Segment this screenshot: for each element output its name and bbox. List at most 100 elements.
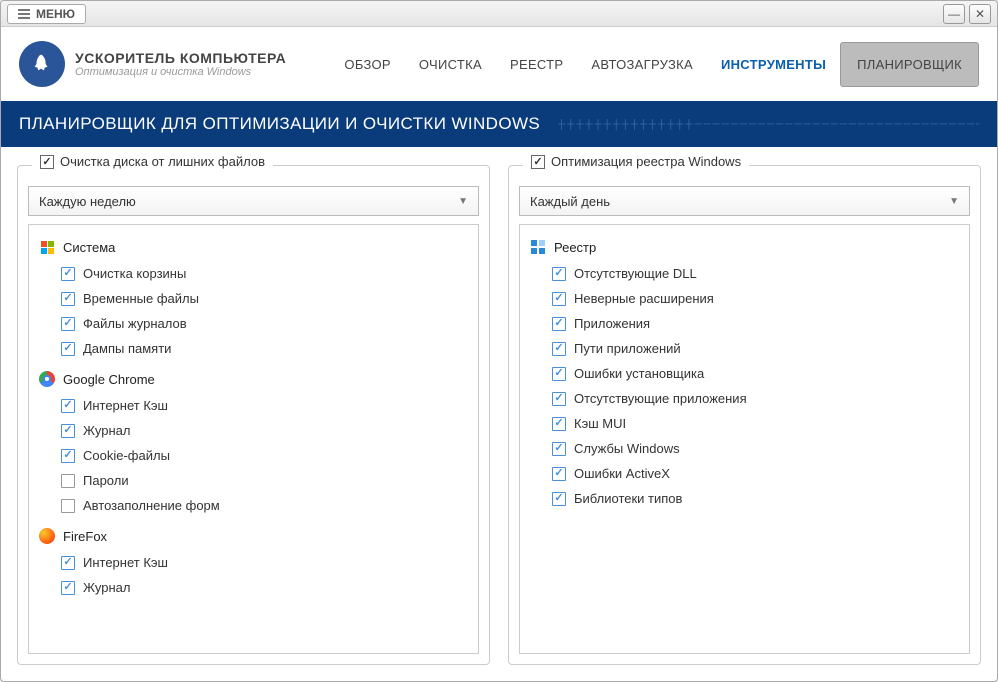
item-label: Очистка корзины	[83, 266, 186, 281]
minimize-button[interactable]: —	[943, 4, 965, 24]
panel-title: Оптимизация реестра Windows	[523, 154, 749, 169]
logo: УСКОРИТЕЛЬ КОМПЬЮТЕРА Оптимизация и очис…	[19, 41, 286, 87]
nav-overview[interactable]: ОБЗОР	[330, 47, 405, 82]
list-item: Очистка корзины	[35, 261, 472, 286]
list-item: Журнал	[35, 418, 472, 443]
registry-list[interactable]: Реестр Отсутствующие DLL Неверные расширен…	[519, 224, 970, 654]
item-label: Интернет Кэш	[83, 555, 168, 570]
nav-tools[interactable]: ИНСТРУМЕНТЫ	[707, 47, 840, 82]
nav-startup[interactable]: АВТОЗАГРУЗКА	[577, 47, 707, 82]
close-button[interactable]: ✕	[969, 4, 991, 24]
checkbox[interactable]	[61, 267, 75, 281]
app-window: МЕНЮ — ✕ УСКОРИТЕЛЬ КОМПЬЮТЕРА Оптимизац…	[0, 0, 998, 682]
checkbox[interactable]	[552, 292, 566, 306]
item-label: Библиотеки типов	[574, 491, 682, 506]
list-item: Кэш MUI	[526, 411, 963, 436]
item-label: Временные файлы	[83, 291, 199, 306]
content: Очистка диска от лишних файлов Каждую не…	[1, 147, 997, 677]
checkbox[interactable]	[552, 392, 566, 406]
nav: ОБЗОР ОЧИСТКА РЕЕСТР АВТОЗАГРУЗКА ИНСТРУ…	[330, 42, 979, 87]
item-label: Пароли	[83, 473, 129, 488]
windows-icon	[41, 241, 54, 254]
list-item: Автозаполнение форм	[35, 493, 472, 518]
checkbox[interactable]	[552, 317, 566, 331]
panel-registry-optimize: Оптимизация реестра Windows Каждый день …	[508, 165, 981, 665]
item-label: Службы Windows	[574, 441, 680, 456]
list-item: Ошибки установщика	[526, 361, 963, 386]
checkbox[interactable]	[61, 342, 75, 356]
chevron-down-icon: ▼	[949, 196, 959, 207]
panel-checkbox[interactable]	[531, 155, 545, 169]
checkbox[interactable]	[552, 492, 566, 506]
list-item: Отсутствующие приложения	[526, 386, 963, 411]
checkbox[interactable]	[61, 474, 75, 488]
item-label: Дампы памяти	[83, 341, 171, 356]
checkbox[interactable]	[61, 424, 75, 438]
item-label: Ошибки ActiveX	[574, 466, 670, 481]
panel-title: Очистка диска от лишних файлов	[32, 154, 273, 169]
group-title: Реестр	[554, 240, 596, 255]
checkbox[interactable]	[552, 342, 566, 356]
item-label: Приложения	[574, 316, 650, 331]
checkbox[interactable]	[552, 442, 566, 456]
checkbox[interactable]	[552, 267, 566, 281]
checkbox[interactable]	[552, 367, 566, 381]
list-item: Cookie-файлы	[35, 443, 472, 468]
group-title: Google Chrome	[63, 372, 155, 387]
item-label: Файлы журналов	[83, 316, 187, 331]
list-item: Приложения	[526, 311, 963, 336]
logo-title: УСКОРИТЕЛЬ КОМПЬЮТЕРА	[75, 50, 286, 66]
group-title: Система	[63, 240, 115, 255]
dropdown-value: Каждую неделю	[39, 194, 136, 209]
logo-icon	[19, 41, 65, 87]
item-label: Кэш MUI	[574, 416, 626, 431]
group-header: Система	[35, 235, 472, 261]
checkbox[interactable]	[61, 292, 75, 306]
firefox-icon	[39, 528, 55, 544]
cleanup-list[interactable]: Система Очистка корзины Временные файлы Фай…	[28, 224, 479, 654]
chrome-icon	[39, 371, 55, 387]
item-label: Отсутствующие DLL	[574, 266, 697, 281]
header: УСКОРИТЕЛЬ КОМПЬЮТЕРА Оптимизация и очис…	[1, 27, 997, 101]
list-item: Отсутствующие DLL	[526, 261, 963, 286]
frequency-dropdown-left[interactable]: Каждую неделю ▼	[28, 186, 479, 216]
item-label: Неверные расширения	[574, 291, 714, 306]
checkbox[interactable]	[61, 499, 75, 513]
checkbox[interactable]	[61, 449, 75, 463]
checkbox[interactable]	[61, 399, 75, 413]
item-label: Отсутствующие приложения	[574, 391, 747, 406]
nav-registry[interactable]: РЕЕСТР	[496, 47, 577, 82]
list-item: Файлы журналов	[35, 311, 472, 336]
item-label: Ошибки установщика	[574, 366, 704, 381]
panel-title-text: Оптимизация реестра Windows	[551, 154, 741, 169]
rocket-icon	[31, 53, 53, 75]
panel-checkbox[interactable]	[40, 155, 54, 169]
banner-decoration: ┼┼┼┼┼┼┼┼┼┼┼┼┼┼┼─────────────────────────…	[558, 119, 979, 130]
menu-button[interactable]: МЕНЮ	[7, 4, 86, 24]
panel-title-text: Очистка диска от лишних файлов	[60, 154, 265, 169]
checkbox[interactable]	[61, 317, 75, 331]
group: Система Очистка корзины Временные файлы Фай…	[35, 235, 472, 361]
list-item: Интернет Кэш	[35, 550, 472, 575]
hamburger-icon	[18, 9, 30, 19]
list-item: Интернет Кэш	[35, 393, 472, 418]
checkbox[interactable]	[552, 417, 566, 431]
frequency-dropdown-right[interactable]: Каждый день ▼	[519, 186, 970, 216]
list-item: Временные файлы	[35, 286, 472, 311]
page-title: ПЛАНИРОВЩИК ДЛЯ ОПТИМИЗАЦИИ И ОЧИСТКИ WI…	[19, 114, 540, 134]
group-title: FireFox	[63, 529, 107, 544]
item-label: Журнал	[83, 580, 130, 595]
nav-cleanup[interactable]: ОЧИСТКА	[405, 47, 496, 82]
group: Google Chrome Интернет Кэш ЖурналCookie-фа…	[35, 367, 472, 518]
checkbox[interactable]	[61, 581, 75, 595]
item-label: Интернет Кэш	[83, 398, 168, 413]
menu-label: МЕНЮ	[36, 7, 75, 21]
checkbox[interactable]	[61, 556, 75, 570]
list-item: Журнал	[35, 575, 472, 600]
group-header: Реестр	[526, 235, 963, 261]
chevron-down-icon: ▼	[458, 196, 468, 207]
registry-icon	[531, 240, 545, 254]
nav-scheduler[interactable]: ПЛАНИРОВЩИК	[840, 42, 979, 87]
item-label: Пути приложений	[574, 341, 681, 356]
checkbox[interactable]	[552, 467, 566, 481]
